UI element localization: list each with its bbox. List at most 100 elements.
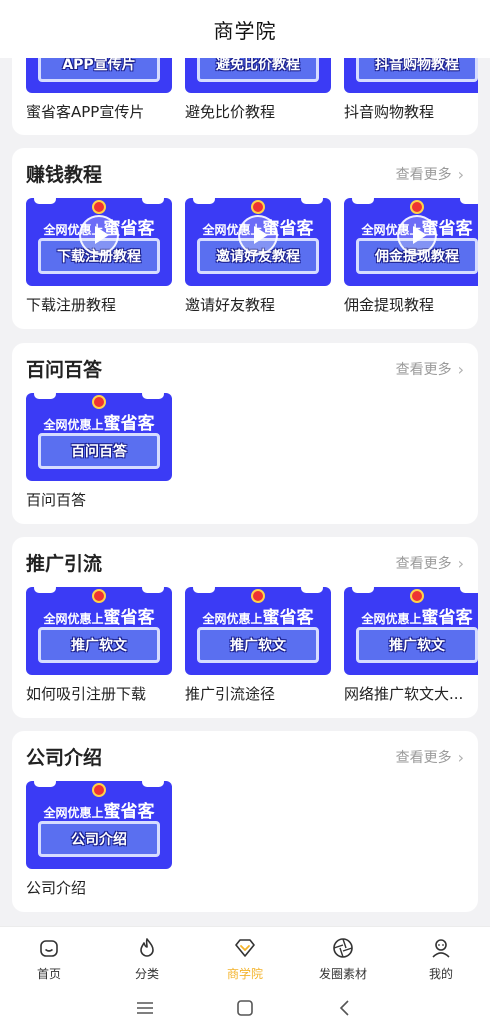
course-item[interactable]: 全网优惠上蜜省客 佣金提现教程 佣金提现教程 bbox=[344, 198, 478, 315]
course-thumbnail[interactable]: 全网优惠上蜜省客 推广软文 bbox=[344, 587, 478, 675]
section-title: 公司介绍 bbox=[26, 747, 103, 769]
logo-badge bbox=[92, 200, 106, 214]
chevron-right-icon: › bbox=[457, 164, 464, 184]
diamond-icon bbox=[232, 935, 258, 961]
course-caption: 公司介绍 bbox=[26, 879, 87, 897]
logo-badge bbox=[251, 589, 265, 603]
aperture-icon bbox=[330, 935, 356, 961]
thumbnail-plate: 推广软文 bbox=[356, 627, 478, 663]
system-nav-bar bbox=[0, 992, 490, 1024]
bottom-tab-bar: 首页 分类 商学院 发圈素材 我的 bbox=[0, 926, 490, 992]
logo-badge bbox=[92, 783, 106, 797]
course-caption: 网络推广软文大... bbox=[344, 685, 464, 703]
square-icon bbox=[237, 1000, 253, 1016]
thumbnail-plate: 推广软文 bbox=[197, 627, 319, 663]
course-caption: 佣金提现教程 bbox=[344, 296, 435, 314]
course-thumbnail[interactable]: 全网优惠上蜜省客 下载注册教程 bbox=[26, 198, 172, 286]
logo-badge bbox=[92, 395, 106, 409]
course-thumbnail[interactable]: 全网优惠上蜜省客 佣金提现教程 bbox=[344, 198, 478, 286]
course-item[interactable]: 全网优惠上蜜省客 公司介绍 公司介绍 bbox=[26, 781, 172, 898]
course-thumbnail[interactable]: 全网优惠上蜜省客 推广软文 bbox=[185, 587, 331, 675]
see-more-link[interactable]: 查看更多 › bbox=[396, 164, 464, 184]
cloud-decoration bbox=[193, 198, 215, 204]
section-card-promotion: 推广引流 查看更多 › 全网优惠上蜜省客 推广软文 如何吸引注册下载 全网优惠上蜜… bbox=[12, 537, 478, 718]
course-caption: 百问百答 bbox=[26, 491, 87, 509]
content-scroll[interactable]: APP宣传片 蜜省客APP宣传片 避免比价教程 避免比价教程 抖音购物教程 抖音… bbox=[0, 58, 490, 926]
course-item[interactable]: 抖音购物教程 抖音购物教程 bbox=[344, 58, 478, 122]
tab-moments-material[interactable]: 发圈素材 bbox=[294, 927, 392, 992]
back-button[interactable] bbox=[295, 998, 395, 1018]
thumbnail-plate: 推广软文 bbox=[38, 627, 160, 663]
section-card-earning: 赚钱教程 查看更多 › 全网优惠上蜜省客 下载注册教程 下载注册教程 全网优惠上蜜… bbox=[12, 148, 478, 329]
course-thumbnail[interactable]: 全网优惠上蜜省客 推广软文 bbox=[26, 587, 172, 675]
cloud-decoration bbox=[301, 587, 323, 593]
tab-category[interactable]: 分类 bbox=[98, 927, 196, 992]
course-caption: 下载注册教程 bbox=[26, 296, 117, 314]
cloud-decoration bbox=[460, 587, 478, 593]
section-card-qa: 百问百答 查看更多 › 全网优惠上蜜省客 百问百答 百问百答 bbox=[12, 343, 478, 524]
cloud-decoration bbox=[34, 198, 56, 204]
play-icon[interactable] bbox=[238, 214, 278, 255]
logo-badge bbox=[251, 200, 265, 214]
course-thumbnail[interactable]: APP宣传片 bbox=[26, 58, 172, 93]
course-caption: 推广引流途径 bbox=[185, 685, 276, 703]
cloud-decoration bbox=[460, 198, 478, 204]
home-button[interactable] bbox=[195, 998, 295, 1018]
section-title: 赚钱教程 bbox=[26, 164, 103, 186]
play-icon[interactable] bbox=[397, 214, 437, 255]
logo-badge bbox=[410, 200, 424, 214]
thumbnail-plate: 公司介绍 bbox=[38, 821, 160, 857]
logo-badge bbox=[410, 589, 424, 603]
profile-icon bbox=[428, 935, 454, 961]
course-caption: 抖音购物教程 bbox=[344, 103, 435, 121]
recents-button[interactable] bbox=[95, 1000, 195, 1016]
logo-badge bbox=[92, 589, 106, 603]
course-item[interactable]: APP宣传片 蜜省客APP宣传片 bbox=[26, 58, 172, 122]
tab-mine[interactable]: 我的 bbox=[392, 927, 490, 992]
chevron-right-icon: › bbox=[457, 359, 464, 379]
cloud-decoration bbox=[301, 198, 323, 204]
course-thumbnail[interactable]: 全网优惠上蜜省客 百问百答 bbox=[26, 393, 172, 481]
see-more-link[interactable]: 查看更多 › bbox=[396, 747, 464, 767]
chevron-right-icon: › bbox=[457, 747, 464, 767]
section-title: 百问百答 bbox=[26, 359, 103, 381]
cloud-decoration bbox=[34, 781, 56, 787]
thumbnail-plate: 抖音购物教程 bbox=[356, 58, 478, 82]
course-thumbnail[interactable]: 全网优惠上蜜省客 公司介绍 bbox=[26, 781, 172, 869]
section-card-partial: APP宣传片 蜜省客APP宣传片 避免比价教程 避免比价教程 抖音购物教程 抖音… bbox=[12, 58, 478, 135]
cloud-decoration bbox=[352, 587, 374, 593]
course-thumbnail[interactable]: 抖音购物教程 bbox=[344, 58, 478, 93]
cloud-decoration bbox=[352, 198, 374, 204]
back-icon bbox=[339, 1000, 349, 1016]
course-thumbnail[interactable]: 全网优惠上蜜省客 邀请好友教程 bbox=[185, 198, 331, 286]
section-title: 推广引流 bbox=[26, 553, 103, 575]
course-item[interactable]: 全网优惠上蜜省客 推广软文 推广引流途径 bbox=[185, 587, 331, 704]
course-item[interactable]: 全网优惠上蜜省客 下载注册教程 下载注册教程 bbox=[26, 198, 172, 315]
play-icon[interactable] bbox=[79, 214, 119, 255]
course-thumbnail[interactable]: 避免比价教程 bbox=[185, 58, 331, 93]
see-more-link[interactable]: 查看更多 › bbox=[396, 359, 464, 379]
course-item[interactable]: 全网优惠上蜜省客 推广软文 网络推广软文大... bbox=[344, 587, 478, 704]
thumbnail-plate: APP宣传片 bbox=[38, 58, 160, 82]
cloud-decoration bbox=[142, 198, 164, 204]
app-header: 商学院 bbox=[0, 0, 490, 58]
course-item[interactable]: 全网优惠上蜜省客 推广软文 如何吸引注册下载 bbox=[26, 587, 172, 704]
flame-icon bbox=[134, 935, 160, 961]
cloud-decoration bbox=[142, 587, 164, 593]
cloud-decoration bbox=[142, 781, 164, 787]
course-item[interactable]: 全网优惠上蜜省客 百问百答 百问百答 bbox=[26, 393, 172, 510]
section-card-company: 公司介绍 查看更多 › 全网优惠上蜜省客 公司介绍 公司介绍 bbox=[12, 731, 478, 912]
chevron-right-icon: › bbox=[457, 553, 464, 573]
tab-home[interactable]: 首页 bbox=[0, 927, 98, 992]
cloud-decoration bbox=[34, 587, 56, 593]
see-more-link[interactable]: 查看更多 › bbox=[396, 553, 464, 573]
course-item[interactable]: 避免比价教程 避免比价教程 bbox=[185, 58, 331, 122]
course-caption: 避免比价教程 bbox=[185, 103, 276, 121]
course-caption: 蜜省客APP宣传片 bbox=[26, 103, 145, 121]
cloud-decoration bbox=[193, 587, 215, 593]
course-caption: 如何吸引注册下载 bbox=[26, 685, 147, 703]
course-item[interactable]: 全网优惠上蜜省客 邀请好友教程 邀请好友教程 bbox=[185, 198, 331, 315]
home-icon bbox=[36, 935, 62, 961]
page-title: 商学院 bbox=[213, 18, 277, 43]
tab-academy[interactable]: 商学院 bbox=[196, 927, 294, 992]
